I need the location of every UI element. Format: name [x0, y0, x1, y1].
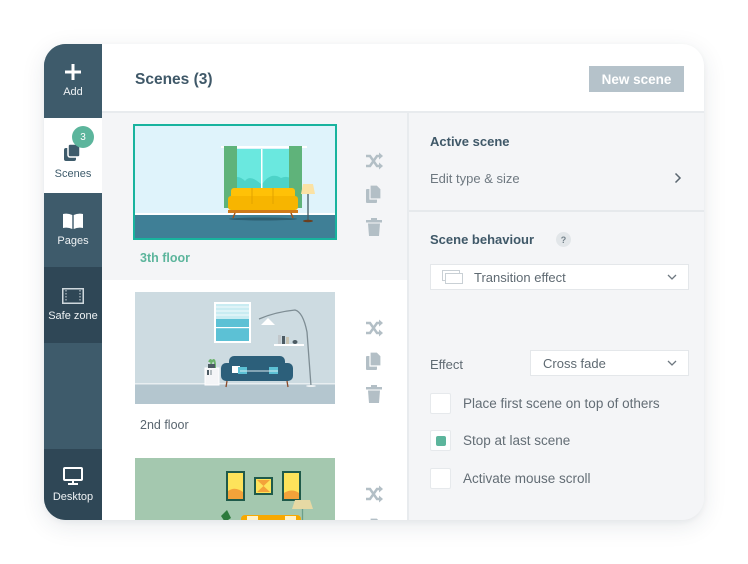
living-room-blue-sofa-illustration	[135, 292, 335, 404]
sidebar: Add 3 Scenes Pages Safe zone Desktop	[44, 44, 102, 520]
checkbox[interactable]	[430, 468, 451, 489]
duplicate-icon[interactable]	[364, 351, 384, 371]
trash-icon[interactable]	[364, 217, 384, 237]
checkbox-label: Activate mouse scroll	[463, 471, 591, 486]
transition-effect-select[interactable]: Transition effect	[430, 264, 689, 290]
scene-actions	[364, 484, 386, 520]
active-scene-heading: Active scene	[430, 134, 510, 149]
chevron-down-icon	[667, 360, 677, 366]
scene-name[interactable]: 2nd floor	[140, 418, 189, 432]
scene-name[interactable]: 3th floor	[140, 251, 190, 265]
transition-effect-value: Transition effect	[474, 269, 566, 285]
effect-select[interactable]: Cross fade	[530, 350, 689, 376]
checkbox[interactable]	[430, 430, 451, 451]
edit-type-size-link[interactable]: Edit type & size	[430, 168, 682, 188]
checkbox-place-first-scene-on-top[interactable]: Place first scene on top of others	[430, 393, 660, 414]
scene-item[interactable]	[102, 446, 407, 520]
help-icon[interactable]: ?	[556, 232, 571, 247]
sidebar-item-pages[interactable]: Pages	[44, 193, 102, 267]
page-title: Scenes (3)	[135, 71, 213, 88]
checkbox[interactable]	[430, 393, 451, 414]
shuffle-icon[interactable]	[364, 318, 384, 338]
scene-actions	[364, 318, 386, 417]
sidebar-item-desktop[interactable]: Desktop	[44, 449, 102, 520]
chevron-right-icon	[674, 172, 682, 184]
scene-behaviour-heading: Scene behaviour	[430, 232, 535, 247]
chevron-down-icon	[667, 274, 677, 280]
checkbox-label: Stop at last scene	[463, 433, 571, 448]
scene-thumbnail[interactable]	[135, 458, 335, 520]
film-frame-icon	[62, 288, 84, 304]
scene-thumbnail[interactable]	[135, 292, 335, 404]
duplicate-icon[interactable]	[364, 184, 384, 204]
new-scene-button[interactable]: New scene	[589, 66, 684, 92]
sidebar-item-scenes[interactable]: 3 Scenes	[44, 118, 102, 193]
sidebar-item-label: Safe zone	[48, 310, 98, 322]
trash-icon[interactable]	[364, 384, 384, 404]
shuffle-icon[interactable]	[364, 484, 384, 504]
scene-actions	[364, 151, 386, 250]
scene-list: 3th floor 2nd floor	[102, 113, 407, 520]
plus-icon	[65, 64, 81, 80]
living-room-green-wall-illustration	[135, 458, 335, 520]
checkbox-activate-mouse-scroll[interactable]: Activate mouse scroll	[430, 468, 591, 489]
scenes-count-badge: 3	[72, 126, 94, 148]
sidebar-item-add[interactable]: Add	[44, 44, 102, 118]
sidebar-item-safe-zone[interactable]: Safe zone	[44, 267, 102, 343]
sidebar-item-label: Scenes	[54, 167, 92, 180]
scene-settings-panel: Active scene Edit type & size Scene beha…	[409, 113, 704, 520]
section-divider	[409, 210, 704, 212]
edit-type-size-label: Edit type & size	[430, 170, 520, 186]
duplicate-icon[interactable]	[364, 517, 384, 520]
sidebar-spacer	[44, 343, 102, 449]
app-window: Add 3 Scenes Pages Safe zone Desktop Sce…	[44, 44, 704, 520]
living-room-yellow-sofa-illustration	[135, 126, 335, 238]
checkbox-label: Place first scene on top of others	[463, 396, 660, 411]
shuffle-icon[interactable]	[364, 151, 384, 171]
sidebar-item-label: Pages	[57, 235, 89, 247]
scene-item[interactable]: 2nd floor	[102, 280, 407, 446]
transition-icon	[442, 270, 463, 284]
effect-label: Effect	[430, 357, 464, 372]
scene-item[interactable]: 3th floor	[102, 113, 407, 280]
checkbox-stop-at-last-scene[interactable]: Stop at last scene	[430, 430, 570, 451]
book-icon	[63, 213, 83, 229]
header: Scenes (3) New scene	[102, 44, 704, 113]
sidebar-item-label: Desktop	[52, 490, 94, 503]
sidebar-item-label: Add	[63, 86, 83, 98]
scene-thumbnail[interactable]	[133, 124, 337, 240]
monitor-icon	[63, 466, 83, 485]
effect-value: Cross fade	[543, 355, 606, 371]
